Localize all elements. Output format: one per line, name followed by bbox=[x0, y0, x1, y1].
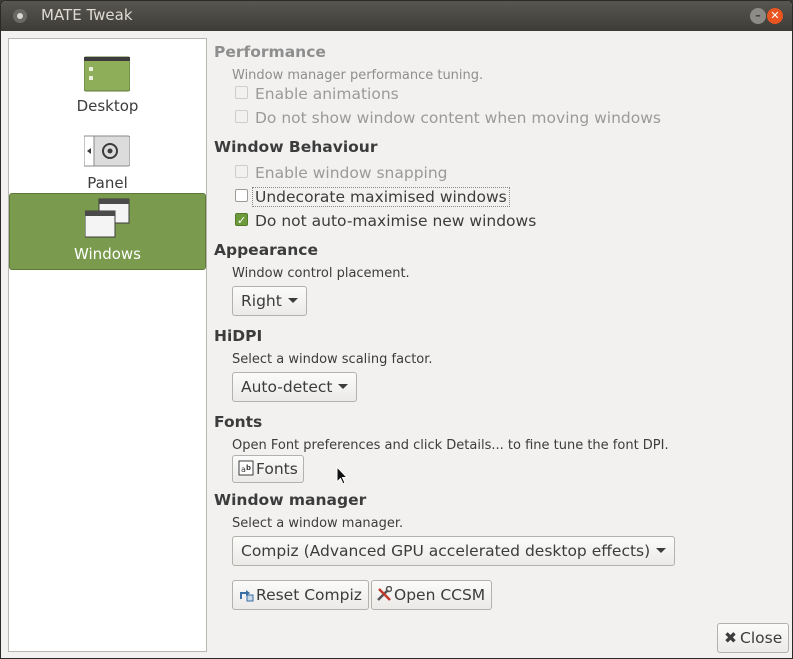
app-menu-icon[interactable] bbox=[13, 9, 27, 23]
svg-text:b: b bbox=[246, 464, 251, 472]
checkbox-label: Do not show window content when moving w… bbox=[255, 109, 661, 127]
button-label: Open CCSM bbox=[394, 586, 486, 604]
close-icon: ✖ bbox=[724, 629, 737, 647]
checkbox-label: Enable window snapping bbox=[255, 164, 448, 182]
fonts-description: Open Font preferences and click Details.… bbox=[232, 438, 669, 453]
window-manager-heading: Window manager bbox=[214, 491, 367, 509]
chevron-down-icon bbox=[287, 298, 298, 303]
fonts-heading: Fonts bbox=[214, 413, 263, 431]
scaling-dropdown[interactable]: Auto-detect bbox=[232, 372, 358, 402]
sidebar-item-label: Panel bbox=[87, 174, 128, 192]
mate-tweak-window: MATE Tweak – ✕ Desktop Panel Windows Per… bbox=[0, 0, 793, 659]
checkbox-box bbox=[235, 165, 248, 178]
enable-animations-checkbox[interactable]: Enable animations bbox=[235, 83, 399, 105]
checkbox-label: Do not auto-maximise new windows bbox=[255, 212, 537, 230]
window-snapping-checkbox[interactable]: Enable window snapping bbox=[235, 162, 448, 184]
windows-icon bbox=[85, 198, 130, 238]
fonts-button[interactable]: a b Fonts bbox=[232, 455, 304, 483]
button-label: Fonts bbox=[256, 460, 298, 478]
checkbox-label: Enable animations bbox=[255, 85, 399, 103]
sidebar-item-windows[interactable]: Windows bbox=[9, 193, 206, 270]
panel-icon bbox=[84, 135, 130, 167]
chevron-down-icon bbox=[656, 548, 667, 553]
checkbox-label: Undecorate maximised windows bbox=[252, 187, 510, 207]
open-ccsm-button[interactable]: Open CCSM bbox=[371, 580, 493, 610]
font-icon: ab bbox=[238, 460, 254, 475]
no-content-move-checkbox[interactable]: Do not show window content when moving w… bbox=[235, 107, 661, 129]
sidebar-item-desktop[interactable]: Desktop bbox=[9, 45, 206, 121]
minimize-icon[interactable]: – bbox=[750, 8, 766, 24]
checkbox-box bbox=[235, 189, 248, 202]
undecorate-checkbox[interactable]: Undecorate maximised windows bbox=[235, 186, 510, 208]
desktop-icon bbox=[84, 56, 130, 92]
close-button[interactable]: ✖ Close bbox=[717, 623, 790, 653]
appearance-heading: Appearance bbox=[214, 241, 318, 259]
window-title: MATE Tweak bbox=[41, 6, 133, 24]
hidpi-heading: HiDPI bbox=[214, 327, 263, 345]
checkbox-box bbox=[235, 86, 248, 99]
performance-heading: Performance bbox=[214, 43, 326, 61]
button-label: Reset Compiz bbox=[256, 586, 362, 604]
window-behaviour-heading: Window Behaviour bbox=[214, 138, 378, 156]
checkbox-box bbox=[235, 110, 248, 123]
performance-description: Window manager performance tuning. bbox=[232, 68, 484, 83]
chevron-down-icon bbox=[338, 384, 349, 389]
sidebar-item-panel[interactable]: Panel bbox=[9, 122, 206, 198]
check-icon bbox=[235, 210, 248, 232]
window-manager-dropdown[interactable]: Compiz (Advanced GPU accelerated desktop… bbox=[232, 536, 676, 566]
dropdown-value: Right bbox=[241, 292, 282, 310]
dropdown-value: Compiz (Advanced GPU accelerated desktop… bbox=[241, 542, 651, 560]
reset-compiz-button[interactable]: Reset Compiz bbox=[232, 580, 369, 610]
title-bar[interactable]: MATE Tweak – ✕ bbox=[1, 1, 792, 31]
reset-icon bbox=[240, 589, 254, 601]
hidpi-description: Select a window scaling factor. bbox=[232, 352, 433, 367]
dropdown-value: Auto-detect bbox=[241, 378, 333, 396]
mouse-pointer-icon bbox=[336, 466, 348, 485]
sidebar-item-label: Windows bbox=[74, 245, 141, 263]
no-automax-checkbox[interactable]: Do not auto-maximise new windows bbox=[235, 210, 536, 232]
close-window-icon[interactable]: ✕ bbox=[767, 8, 783, 24]
appearance-description: Window control placement. bbox=[232, 266, 410, 281]
placement-dropdown[interactable]: Right bbox=[232, 286, 307, 316]
button-label: Close bbox=[740, 629, 783, 647]
window-manager-description: Select a window manager. bbox=[232, 516, 404, 531]
tools-icon bbox=[377, 585, 392, 601]
sidebar-item-label: Desktop bbox=[76, 97, 139, 115]
sidebar: Desktop Panel Windows bbox=[8, 38, 207, 652]
